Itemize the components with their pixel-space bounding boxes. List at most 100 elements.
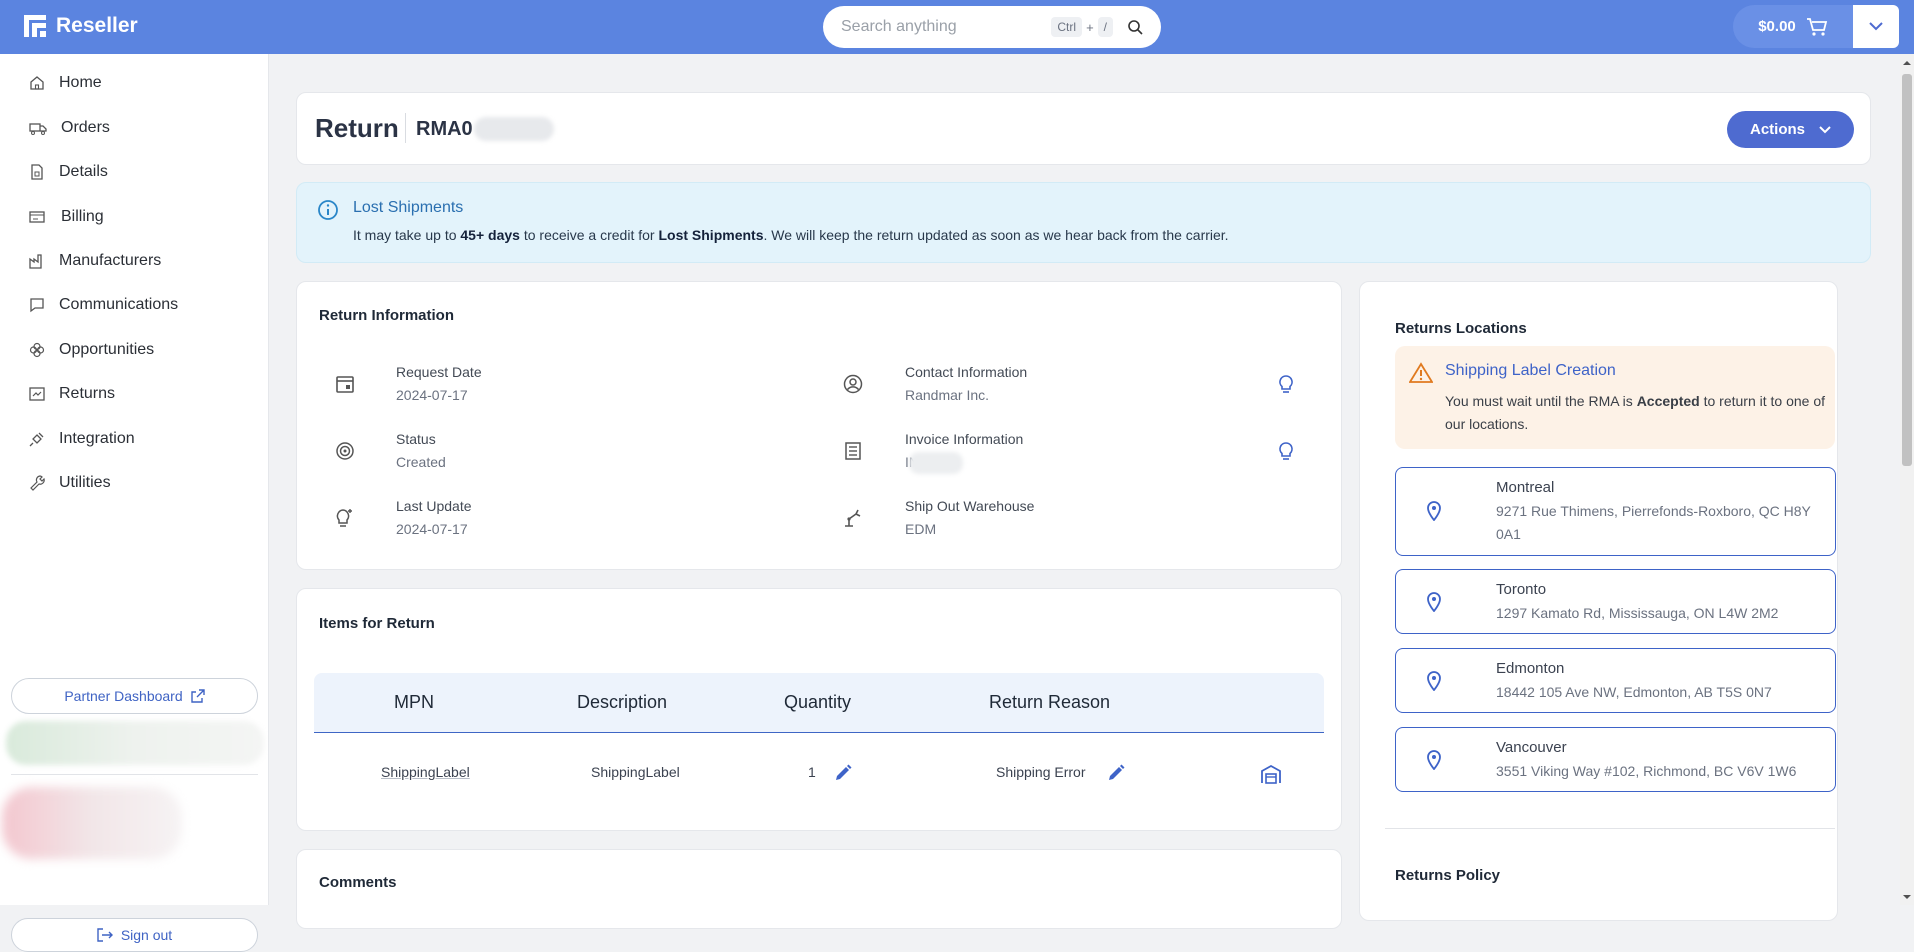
items-table-header: MPN Description Quantity Return Reason	[314, 673, 1324, 733]
warning-text: You must wait until the RMA is Accepted …	[1445, 390, 1825, 436]
redacted-invoice-number	[909, 452, 963, 474]
app-name: Reseller	[56, 14, 138, 37]
lightbulb-icon[interactable]	[1277, 374, 1295, 396]
comments-card: Comments	[296, 849, 1342, 929]
ship-out-warehouse-label: Ship Out Warehouse	[905, 498, 1035, 514]
sidebar-item-label: Utilities	[59, 474, 111, 491]
sidebar-item-integration[interactable]: Integration	[29, 424, 135, 454]
sign-out-label: Sign out	[120, 927, 173, 943]
returns-icon	[29, 387, 45, 401]
location-city: Edmonton	[1496, 660, 1565, 677]
cart-icon	[1806, 17, 1827, 36]
status-value: Created	[396, 454, 446, 470]
cart-total: $0.00	[1758, 18, 1796, 35]
map-pin-icon	[1427, 671, 1441, 691]
location-city: Vancouver	[1496, 739, 1567, 756]
items-for-return-card: Items for Return MPN Description Quantit…	[296, 588, 1342, 831]
location-address: 18442 105 Ave NW, Edmonton, AB T5S 0N7	[1496, 684, 1772, 700]
contact-information-label: Contact Information	[905, 364, 1028, 380]
lightbulb-icon[interactable]	[1277, 441, 1295, 463]
location-card-montreal[interactable]: Montreal 9271 Rue Thimens, Pierrefonds-R…	[1395, 467, 1836, 556]
sidebar-item-opportunities[interactable]: Opportunities	[29, 335, 154, 365]
title-separator	[405, 113, 406, 143]
return-reason-cell: Shipping Error	[996, 764, 1086, 780]
partner-dashboard-label: Partner Dashboard	[64, 688, 183, 704]
last-update-value: 2024-07-17	[396, 521, 468, 537]
factory-icon	[29, 254, 42, 269]
edit-quantity-icon[interactable]	[833, 763, 853, 783]
redacted-user-avatar	[2, 787, 182, 859]
billing-icon	[29, 211, 45, 223]
shortcut-plus: +	[1086, 19, 1094, 35]
last-update-label: Last Update	[396, 498, 472, 514]
actions-label: Actions	[1749, 121, 1805, 138]
shortcut-slash-key: /	[1097, 17, 1113, 37]
description-cell: ShippingLabel	[591, 764, 680, 780]
scroll-down-arrow-icon[interactable]	[1902, 892, 1912, 902]
items-for-return-title: Items for Return	[319, 615, 435, 632]
sidebar-item-label: Billing	[61, 208, 104, 225]
user-menu-button[interactable]	[1853, 5, 1899, 48]
warning-emphasis: Accepted	[1636, 393, 1700, 409]
scrollbar-thumb[interactable]	[1902, 74, 1912, 466]
location-card-toronto[interactable]: Toronto 1297 Kamato Rd, Mississauga, ON …	[1395, 569, 1836, 634]
sign-out-icon	[97, 928, 113, 942]
warning-text-part: You must wait until the RMA is	[1445, 393, 1637, 409]
location-card-vancouver[interactable]: Vancouver 3551 Viking Way #102, Richmond…	[1395, 727, 1836, 792]
returns-policy-title: Returns Policy	[1395, 867, 1501, 884]
edit-reason-icon[interactable]	[1106, 763, 1126, 783]
mpn-cell[interactable]: ShippingLabel	[381, 764, 470, 780]
scroll-up-arrow-icon[interactable]	[1902, 58, 1912, 68]
quantity-cell: 1	[808, 764, 816, 780]
banner-text-part: to receive a credit for	[519, 227, 659, 243]
wrench-icon	[30, 475, 45, 491]
column-header-quantity: Quantity	[784, 692, 852, 712]
top-bar: Reseller Search anything Ctrl + / $0.00	[0, 0, 1914, 54]
app-logo[interactable]: Reseller	[22, 13, 138, 39]
cart-button[interactable]: $0.00	[1733, 5, 1853, 48]
return-information-title: Return Information	[319, 307, 454, 324]
return-information-card: Return Information Request Date 2024-07-…	[296, 281, 1342, 570]
sidebar: Home Orders Details Billing Manufacturer…	[0, 54, 269, 952]
sidebar-item-orders[interactable]: Orders	[29, 113, 110, 143]
clover-icon	[29, 342, 45, 358]
warehouse-icon[interactable]	[1260, 764, 1282, 784]
sidebar-item-utilities[interactable]: Utilities	[29, 468, 111, 498]
banner-text-part: . We will keep the return updated as soo…	[763, 227, 1229, 243]
sidebar-item-manufacturers[interactable]: Manufacturers	[29, 246, 161, 276]
invoice-icon	[845, 442, 861, 460]
chevron-down-icon	[1869, 22, 1883, 31]
partner-dashboard-button[interactable]: Partner Dashboard	[11, 678, 258, 714]
redacted-rma-number	[474, 117, 554, 141]
sidebar-item-label: Returns	[59, 385, 116, 402]
column-header-return-reason: Return Reason	[989, 692, 1111, 712]
sidebar-item-details[interactable]: Details	[29, 157, 108, 187]
search-input[interactable]: Search anything	[841, 18, 1047, 36]
location-address: 3551 Viking Way #102, Richmond, BC V6V 1…	[1496, 763, 1797, 779]
page-title: Return	[315, 113, 399, 143]
banner-emphasis: 45+ days	[460, 227, 520, 243]
sidebar-item-communications[interactable]: Communications	[29, 290, 178, 320]
sign-out-button[interactable]: Sign out	[11, 918, 258, 952]
column-header-mpn: MPN	[394, 692, 434, 712]
map-pin-icon	[1427, 750, 1441, 770]
sidebar-item-billing[interactable]: Billing	[29, 202, 104, 232]
search-bar[interactable]: Search anything Ctrl + /	[823, 6, 1161, 48]
info-icon	[318, 200, 338, 220]
sidebar-item-home[interactable]: Home	[29, 68, 102, 98]
location-card-edmonton[interactable]: Edmonton 18442 105 Ave NW, Edmonton, AB …	[1395, 648, 1836, 713]
ship-out-warehouse-value: EDM	[905, 521, 937, 537]
warning-title: Shipping Label Creation	[1445, 362, 1616, 379]
sidebar-item-label: Details	[59, 163, 108, 180]
search-icon[interactable]	[1127, 19, 1143, 35]
actions-button[interactable]: Actions	[1727, 111, 1854, 148]
section-divider	[1385, 828, 1835, 829]
contact-information-value: Randmar Inc.	[905, 387, 990, 403]
sidebar-item-label: Opportunities	[59, 341, 155, 358]
invoice-information-label: Invoice Information	[905, 431, 1024, 447]
shipping-label-warning: Shipping Label Creation You must wait un…	[1395, 346, 1835, 449]
sidebar-item-returns[interactable]: Returns	[29, 379, 115, 409]
last-update-icon	[336, 509, 352, 527]
returns-locations-title: Returns Locations	[1395, 320, 1527, 337]
location-city: Montreal	[1496, 479, 1555, 496]
